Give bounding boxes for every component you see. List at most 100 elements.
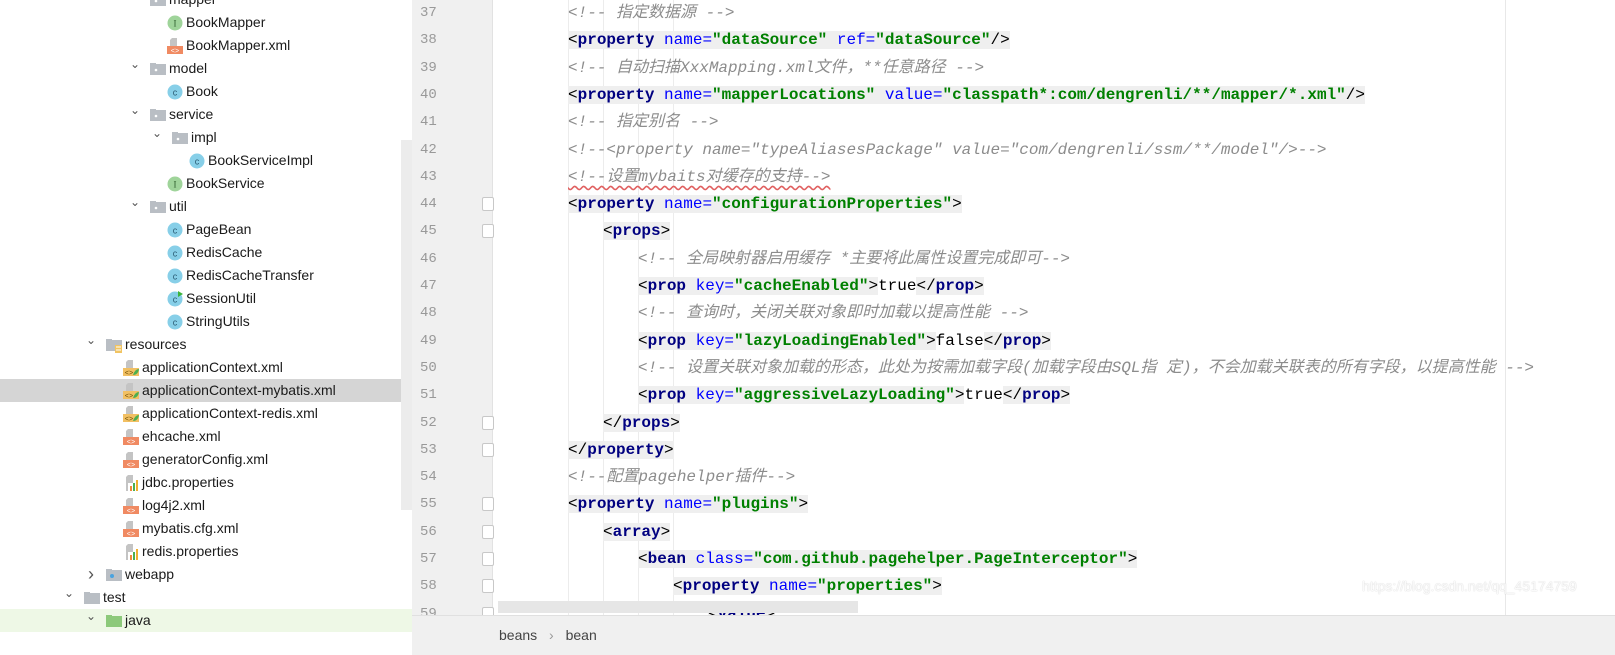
xml-attribute-value: "dataSource" [875,31,991,50]
fold-marker-icon[interactable] [482,415,494,430]
tree-item-applicationcontext-xml[interactable]: <> applicationContext.xml [0,356,412,379]
sidebar-scrollbar[interactable] [401,140,412,510]
svg-text:<>: <> [127,462,135,468]
xml-bracket: < [568,85,578,104]
tree-item-label: model [169,60,208,76]
xml-attribute-value: "dataSource" [712,31,828,50]
code-line[interactable]: <!-- 查询时，关闭关联对象即时加载以提高性能 --> [638,300,1028,327]
fold-marker-icon[interactable] [482,497,494,512]
horizontal-scrollbar[interactable] [498,601,858,613]
fold-marker-icon[interactable] [482,606,494,615]
code-line[interactable]: </property> [568,437,674,464]
code-text [654,495,665,514]
code-line[interactable]: <props> [603,218,671,245]
project-tree-panel: ⌄ mapper I BookMapper <> BookMapper.xml ⌄ model… [0,0,412,654]
code-editor[interactable]: 37 38 39 40 41 42 43 44 45 46 47 48 49 50 51 52 53 54 55 56… [412,0,1615,615]
code-line[interactable]: <array> [603,519,671,546]
code-line[interactable]: <!-- 自动扫描XxxMapping.xml文件，**任意路径 --> [568,55,984,82]
tree-item-ehcache-xml[interactable]: <> ehcache.xml [0,425,412,448]
chevron-down-icon[interactable]: ⌄ [128,57,142,80]
xml-bracket: </ [603,413,623,432]
code-line[interactable]: <!-- 设置关联对象加载的形态，此处为按需加载字段(加载字段由SQL指 定)，… [638,355,1534,382]
breadcrumb-item-bean[interactable]: bean [566,627,597,643]
code-line[interactable]: <property name="dataSource" ref="dataSou… [568,27,1010,54]
class-icon: c [167,268,183,284]
code-line[interactable]: <!-- 指定别名 --> [568,109,718,136]
tree-item-bookservice[interactable]: I BookService [0,172,412,195]
tree-item-pagebean[interactable]: c PageBean [0,218,412,241]
chevron-right-icon[interactable]: › [84,563,98,586]
code-line[interactable]: <property name="configurationProperties"… [568,191,962,218]
fold-marker-icon[interactable] [482,224,494,239]
tree-item-label: java [125,612,151,628]
chevron-down-icon[interactable]: ⌄ [150,126,164,149]
code-line[interactable]: <prop key="cacheEnabled">true</prop> [638,273,984,300]
tree-item-mapper[interactable]: ⌄ mapper [0,0,412,11]
tree-item-rediscache[interactable]: c RedisCache [0,241,412,264]
code-line[interactable]: <!--设置mybaits对缓存的支持--> [568,164,830,191]
code-text: false [935,331,984,350]
fold-marker-icon[interactable] [482,197,494,212]
properties-file-icon [123,544,139,560]
code-line[interactable]: <prop key="lazyLoadingEnabled">false</pr… [638,328,1051,355]
fold-marker-icon[interactable] [482,524,494,539]
xml-bracket: > [670,413,680,432]
tree-item-stringutils[interactable]: c StringUtils [0,310,412,333]
chevron-down-icon[interactable]: ⌄ [84,333,98,356]
tree-item-bookserviceimpl[interactable]: c BookServiceImpl [0,149,412,172]
tree-item-rediscachetransfer[interactable]: c RedisCacheTransfer [0,264,412,287]
tree-item-generatorconfig-xml[interactable]: <> generatorConfig.xml [0,448,412,471]
chevron-down-icon[interactable]: ⌄ [128,0,142,11]
chevron-down-icon[interactable]: ⌄ [62,586,76,609]
tree-item-util[interactable]: ⌄ util [0,195,412,218]
code-line[interactable]: <property name="mapperLocations" value="… [568,82,1365,109]
fold-marker-icon[interactable] [482,579,494,594]
tree-item-redis-properties[interactable]: redis.properties [0,540,412,563]
tree-item-book[interactable]: c Book [0,80,412,103]
code-text [686,277,696,295]
tree-item-bookmapper-xml[interactable]: <> BookMapper.xml [0,34,412,57]
tree-item-label: BookServiceImpl [208,152,314,168]
tree-item-mybatis-cfg-xml[interactable]: <> mybatis.cfg.xml [0,517,412,540]
tree-item-model[interactable]: ⌄ model [0,57,412,80]
tree-item-jdbc-properties[interactable]: jdbc.properties [0,471,412,494]
tree-item-log4j2-xml[interactable]: <> log4j2.xml [0,494,412,517]
line-number: 58 [420,578,437,595]
xml-attribute-value: "lazyLoadingEnabled" [734,331,927,350]
code-line[interactable]: <property name="plugins"> [568,491,809,518]
chevron-down-icon[interactable]: ⌄ [128,103,142,126]
code-line[interactable]: <!-- 全局映射器启用缓存 *主要将此属性设置完成即可--> [638,246,1070,273]
code-line[interactable]: <property name="properties"> [673,573,942,600]
breadcrumb-item-beans[interactable]: beans [499,627,537,643]
code-line[interactable]: <bean class="com.github.pagehelper.PageI… [638,546,1138,573]
line-number: 45 [420,223,437,240]
code-line[interactable]: <!--配置pagehelper插件--> [568,464,795,491]
tree-item-java[interactable]: ⌄ java [0,609,412,632]
code-text: true [964,386,1003,405]
spring-xml-icon: <> [123,406,139,424]
code-line[interactable]: <!--<property name="typeAliasesPackage" … [568,137,1327,164]
tree-item-resources[interactable]: ⌄ resources [0,333,412,356]
code-text [686,550,696,568]
fold-marker-icon[interactable] [482,552,494,566]
tree-item-label: webapp [125,566,175,582]
tree-item-sessionutil[interactable]: c SessionUtil [0,287,412,310]
tree-item-test[interactable]: ⌄ test [0,586,412,609]
tree-item-webapp[interactable]: › webapp [0,563,412,586]
chevron-down-icon[interactable]: ⌄ [128,195,142,218]
tree-item-service[interactable]: ⌄ service [0,103,412,126]
line-number: 56 [420,523,437,540]
chevron-down-icon[interactable]: ⌄ [84,609,98,632]
code-line[interactable]: <prop key="aggressiveLazyLoading">true</… [638,382,1071,409]
tree-item-bookmapper[interactable]: I BookMapper [0,11,412,34]
xml-attribute: key= [695,386,735,405]
fold-marker-icon[interactable] [482,442,494,457]
code-comment: <!--<property name="typeAliasesPackage" … [568,140,1327,159]
xml-attribute-value: "com.github.pagehelper.PageInterceptor" [753,550,1128,568]
tree-item-applicationcontext-redis-xml[interactable]: <> applicationContext-redis.xml [0,402,412,425]
tree-item-applicationcontext-mybatis-xml[interactable]: <> applicationContext-mybatis.xml [0,379,412,402]
code-line[interactable]: <!-- 指定数据源 --> [568,0,734,27]
spring-xml-icon: <> [123,383,139,401]
tree-item-impl[interactable]: ⌄ impl [0,126,412,149]
code-line[interactable]: </props> [603,410,680,437]
